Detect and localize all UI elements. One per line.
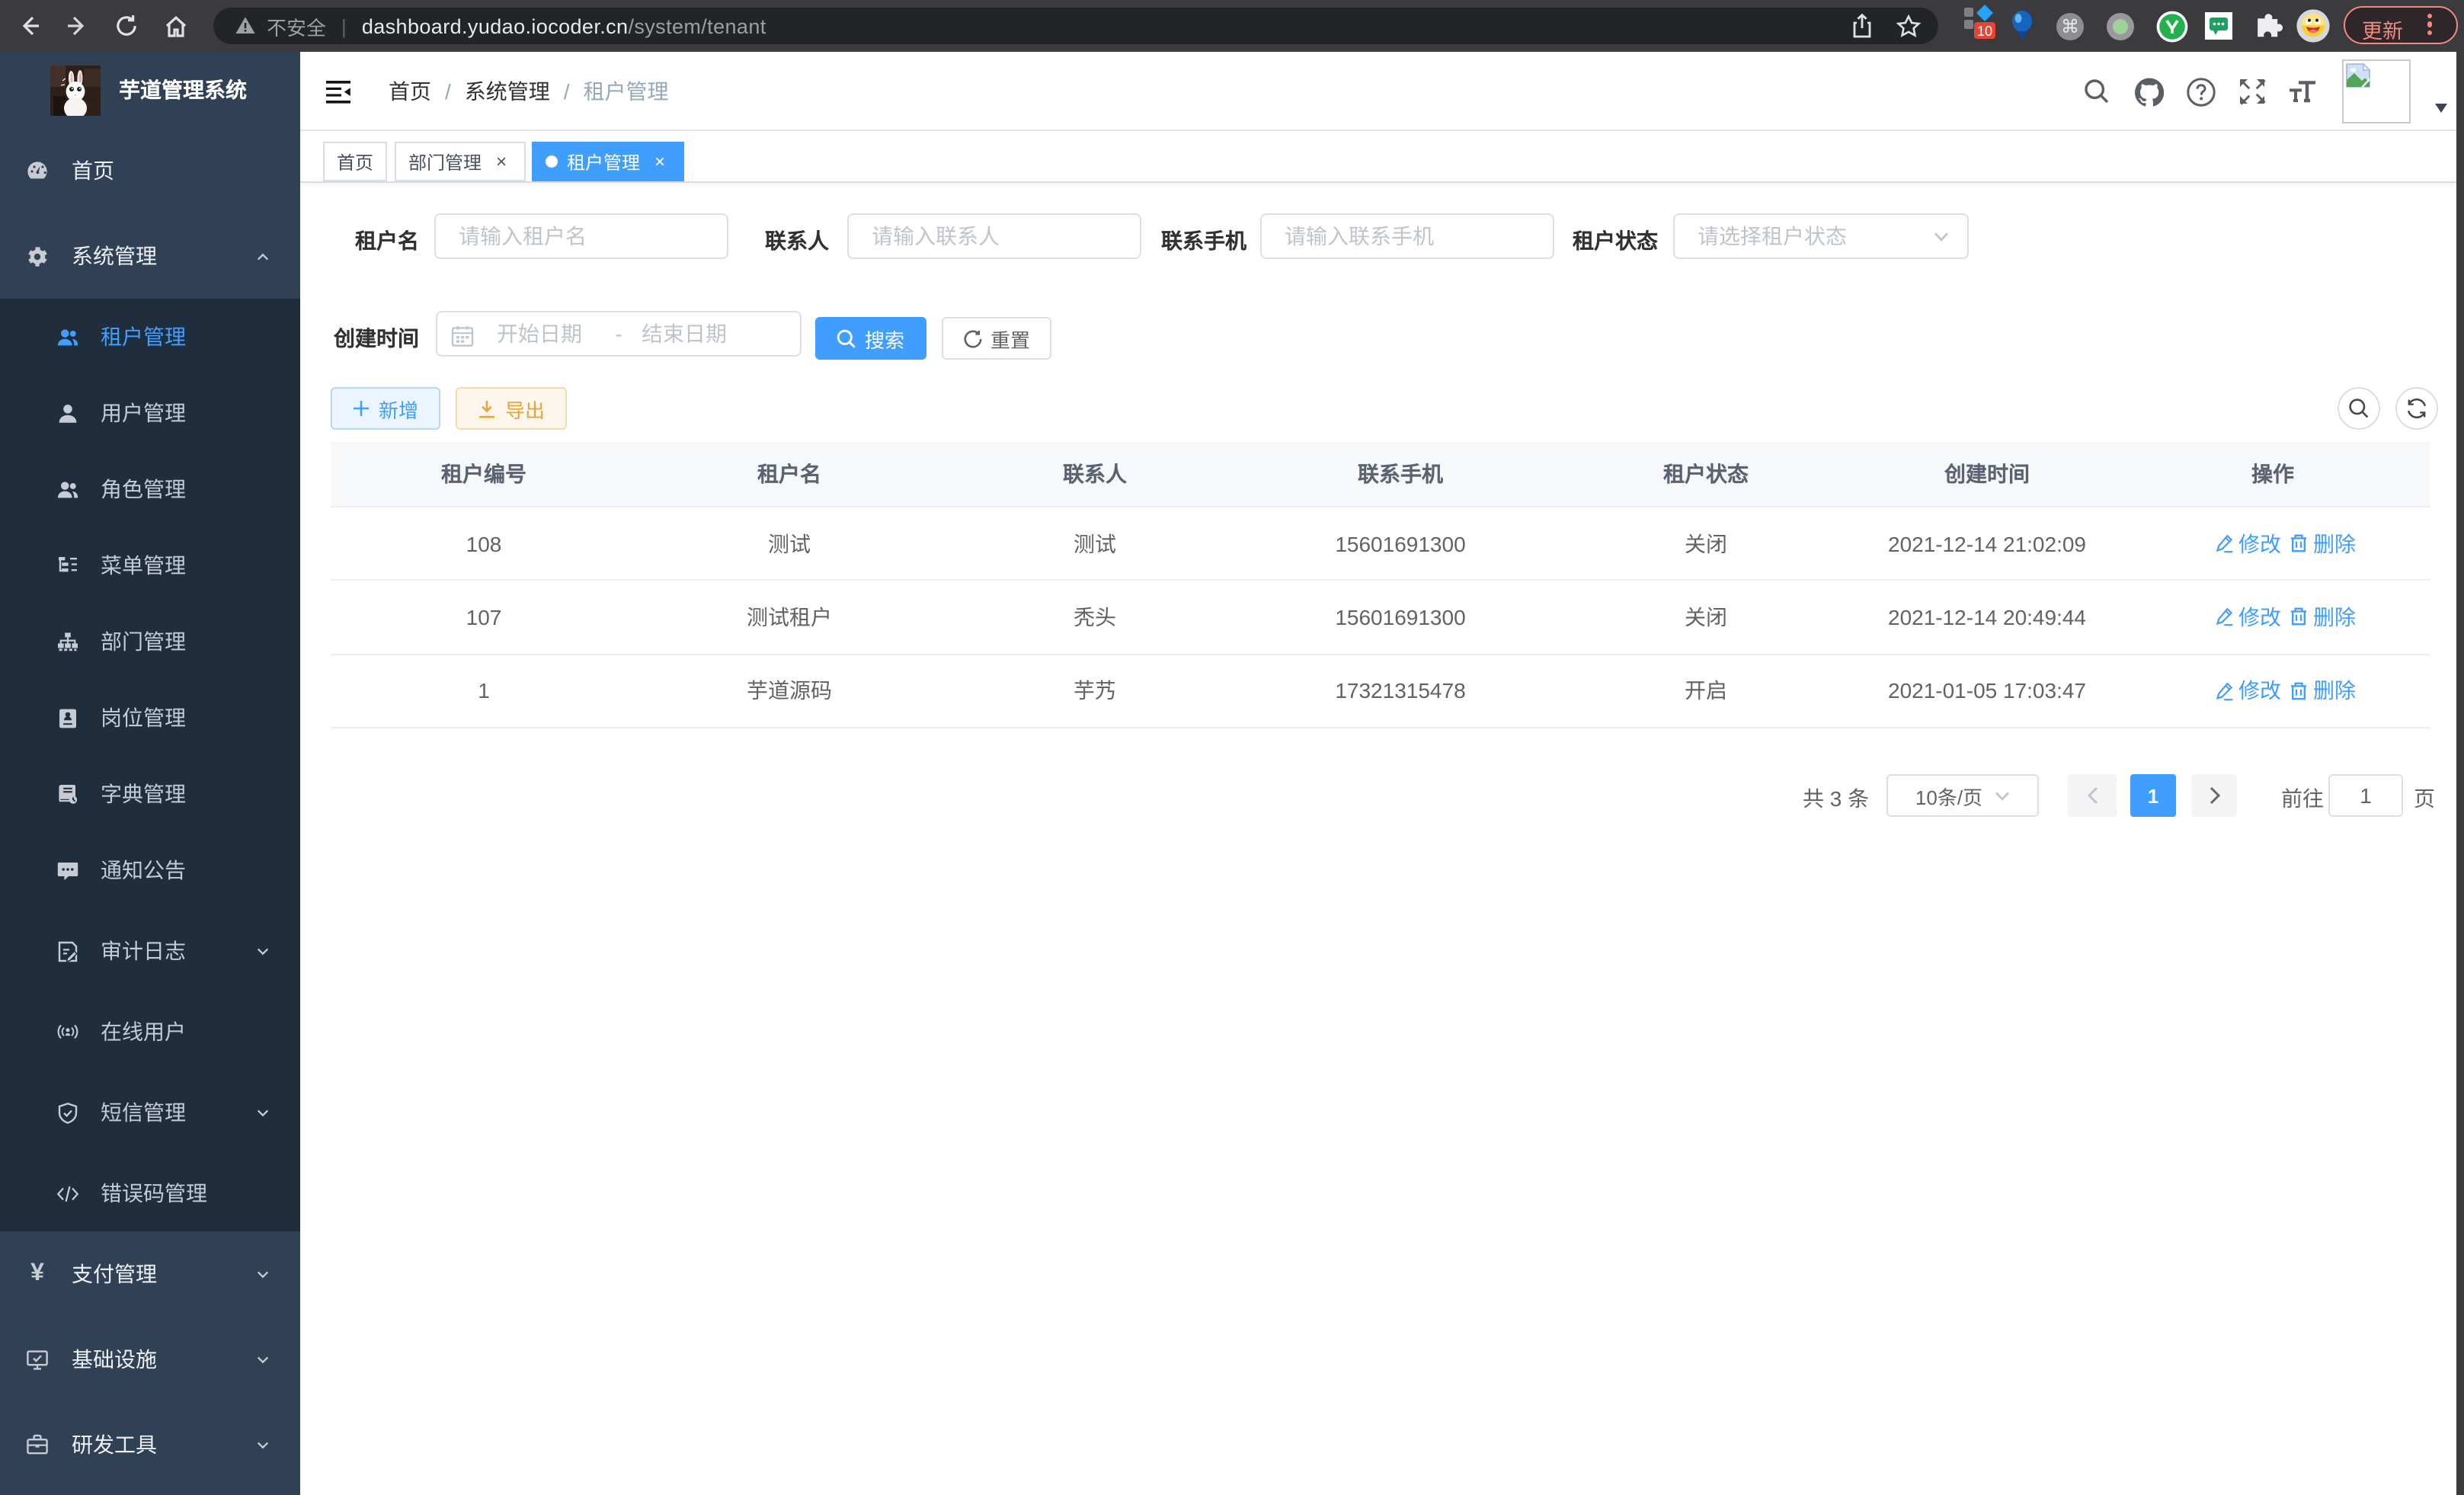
svg-text:⌘: ⌘ xyxy=(2060,16,2078,37)
svg-text:10: 10 xyxy=(1977,24,1992,39)
